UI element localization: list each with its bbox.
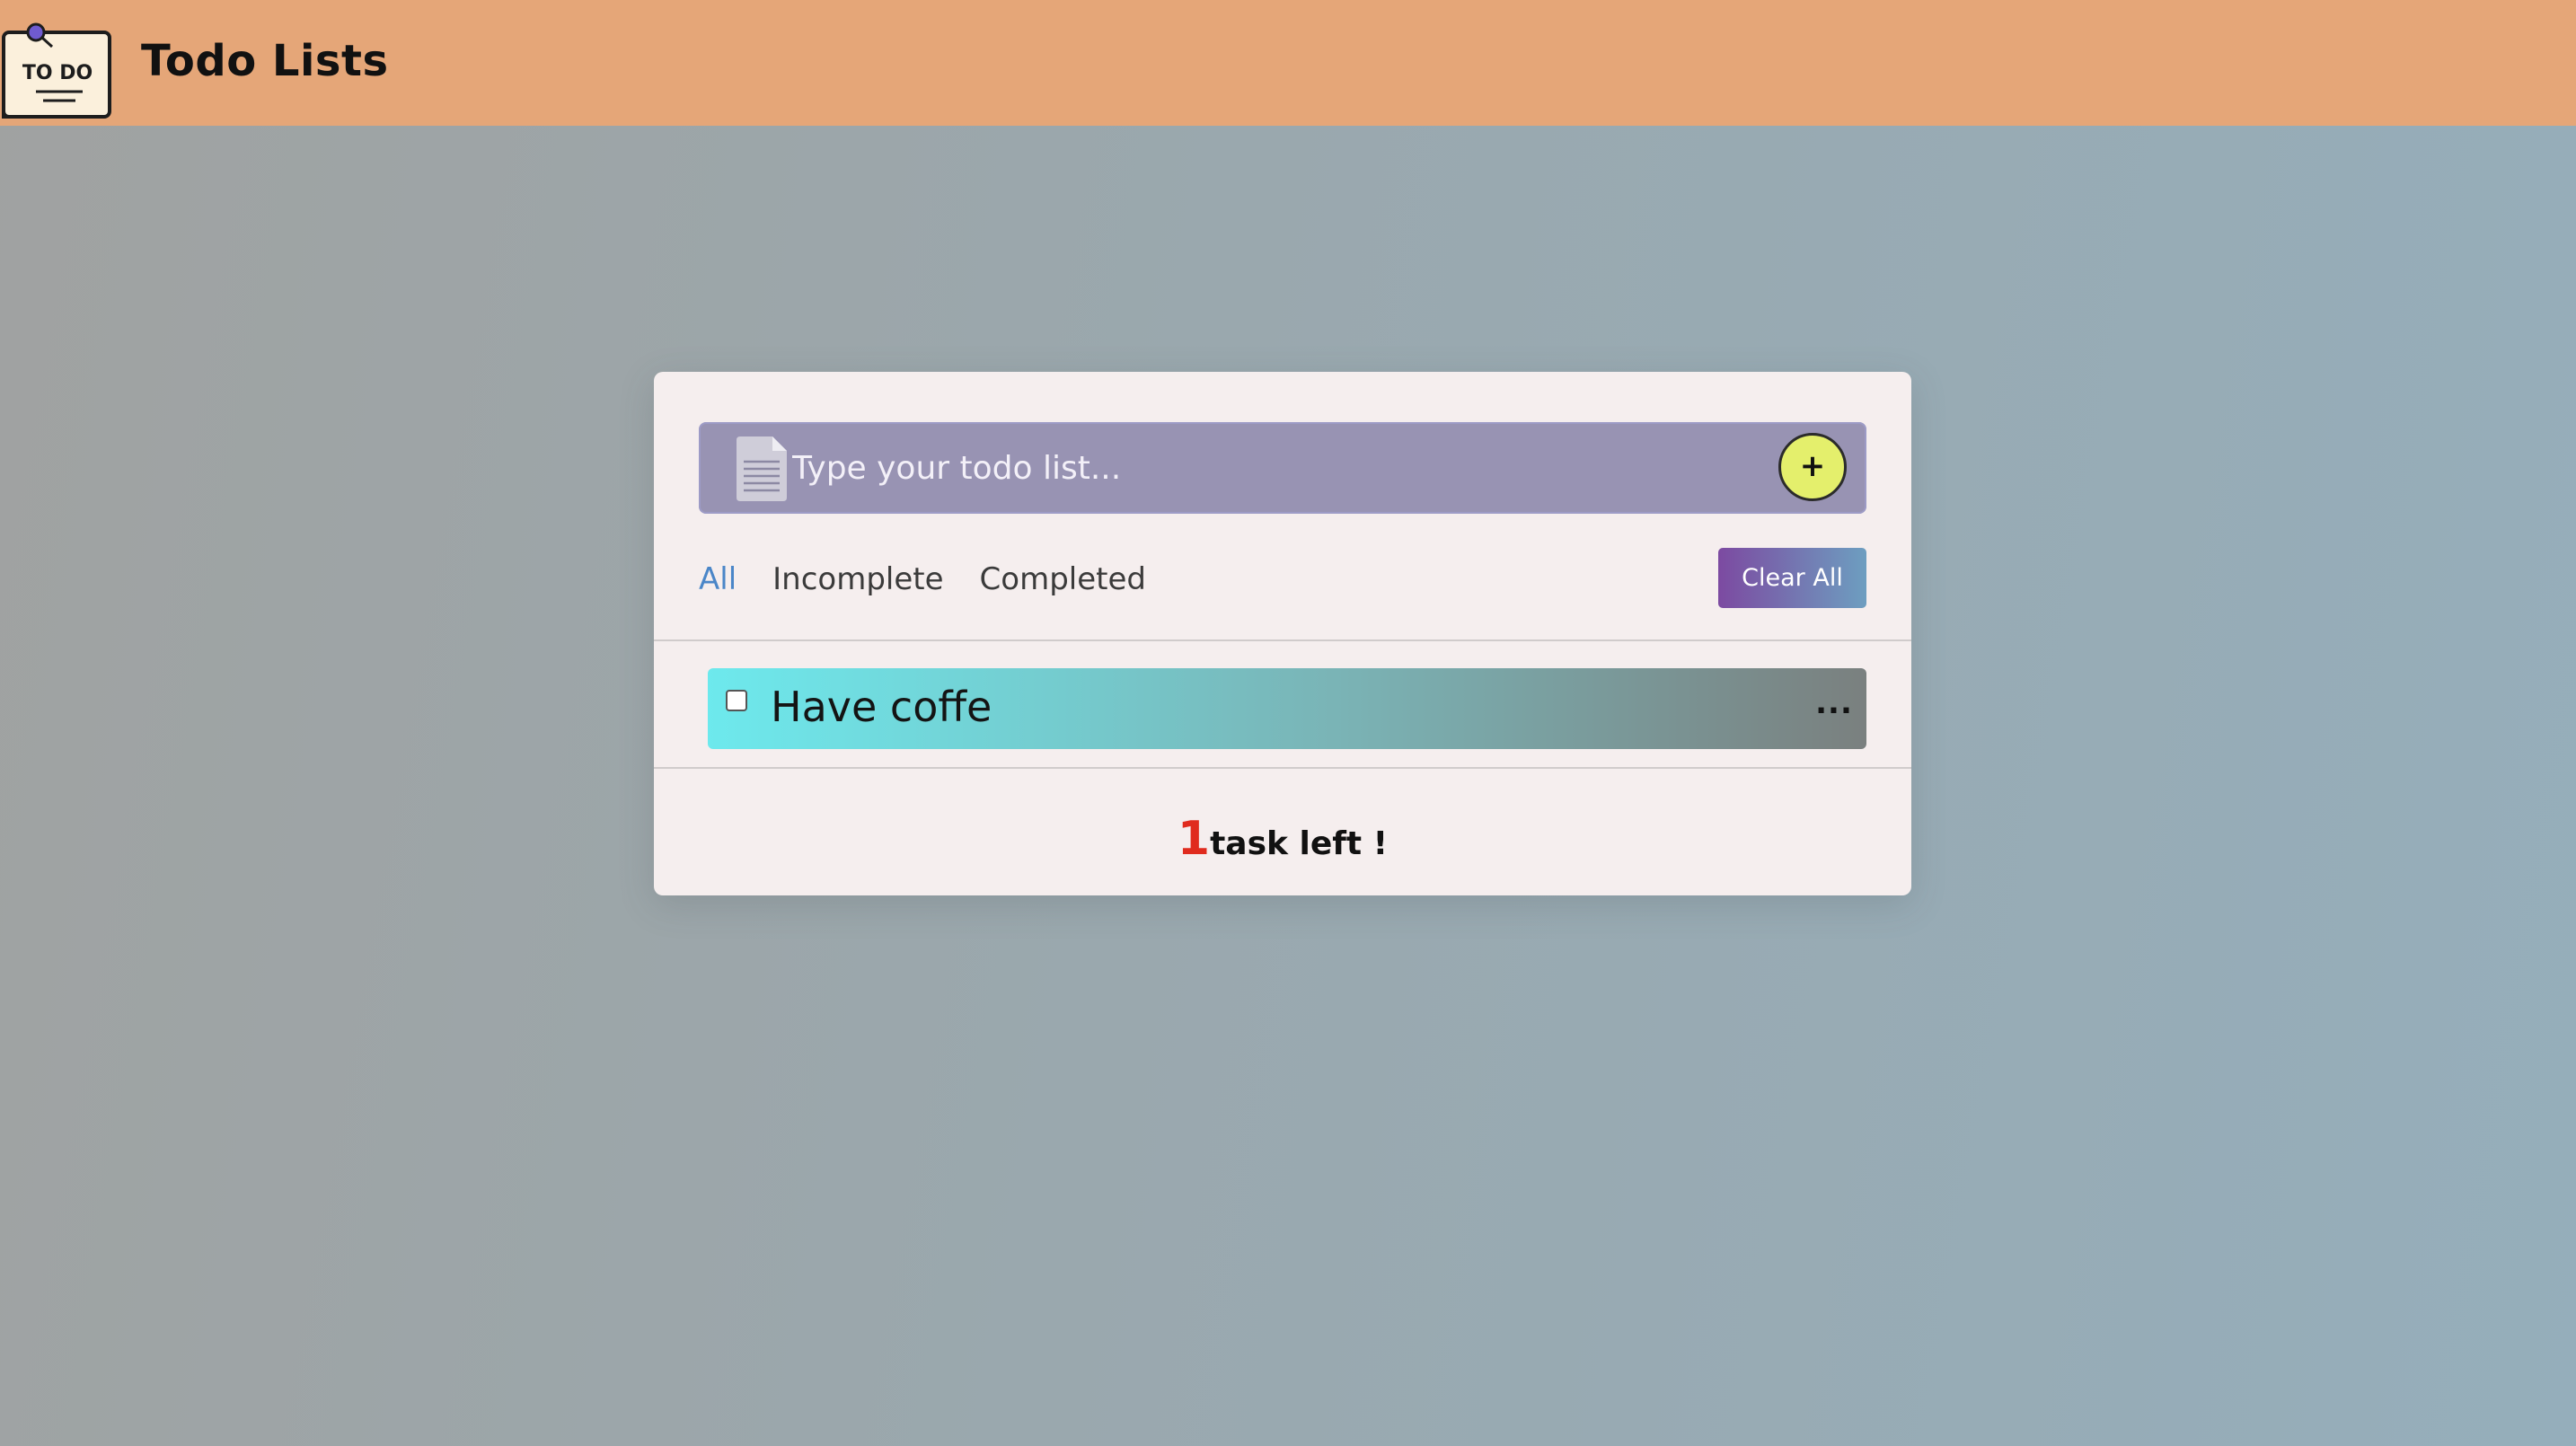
logo-text: TO DO xyxy=(22,62,93,84)
todo-input[interactable] xyxy=(792,438,1744,498)
divider xyxy=(654,767,1911,769)
clear-all-button[interactable]: Clear All xyxy=(1718,548,1866,608)
document-icon xyxy=(733,435,789,503)
tasks-left-status: 1task left ! xyxy=(654,812,1911,866)
add-todo-button[interactable]: + xyxy=(1778,433,1847,501)
tasks-left-count: 1 xyxy=(1177,812,1211,866)
divider xyxy=(654,639,1911,641)
todo-card: + All Incomplete Completed Clear All Hav… xyxy=(654,372,1911,895)
todo-input-bar: + xyxy=(699,422,1866,514)
more-horizontal-icon[interactable]: ... xyxy=(1814,688,1854,726)
plus-icon: + xyxy=(1799,448,1826,484)
task-text: Have coffe xyxy=(771,683,992,731)
tab-all[interactable]: All xyxy=(699,561,737,597)
app-title: Todo Lists xyxy=(141,36,389,86)
todo-logo-icon: TO DO xyxy=(0,18,117,122)
tab-completed[interactable]: Completed xyxy=(980,561,1146,597)
app-header: TO DO Todo Lists xyxy=(0,0,2576,126)
task-item: Have coffe ... xyxy=(708,668,1866,749)
task-checkbox[interactable] xyxy=(726,690,747,711)
tab-incomplete[interactable]: Incomplete xyxy=(772,561,943,597)
tasks-left-label: task left ! xyxy=(1210,825,1389,862)
filter-tabs: All Incomplete Completed xyxy=(699,557,1182,602)
